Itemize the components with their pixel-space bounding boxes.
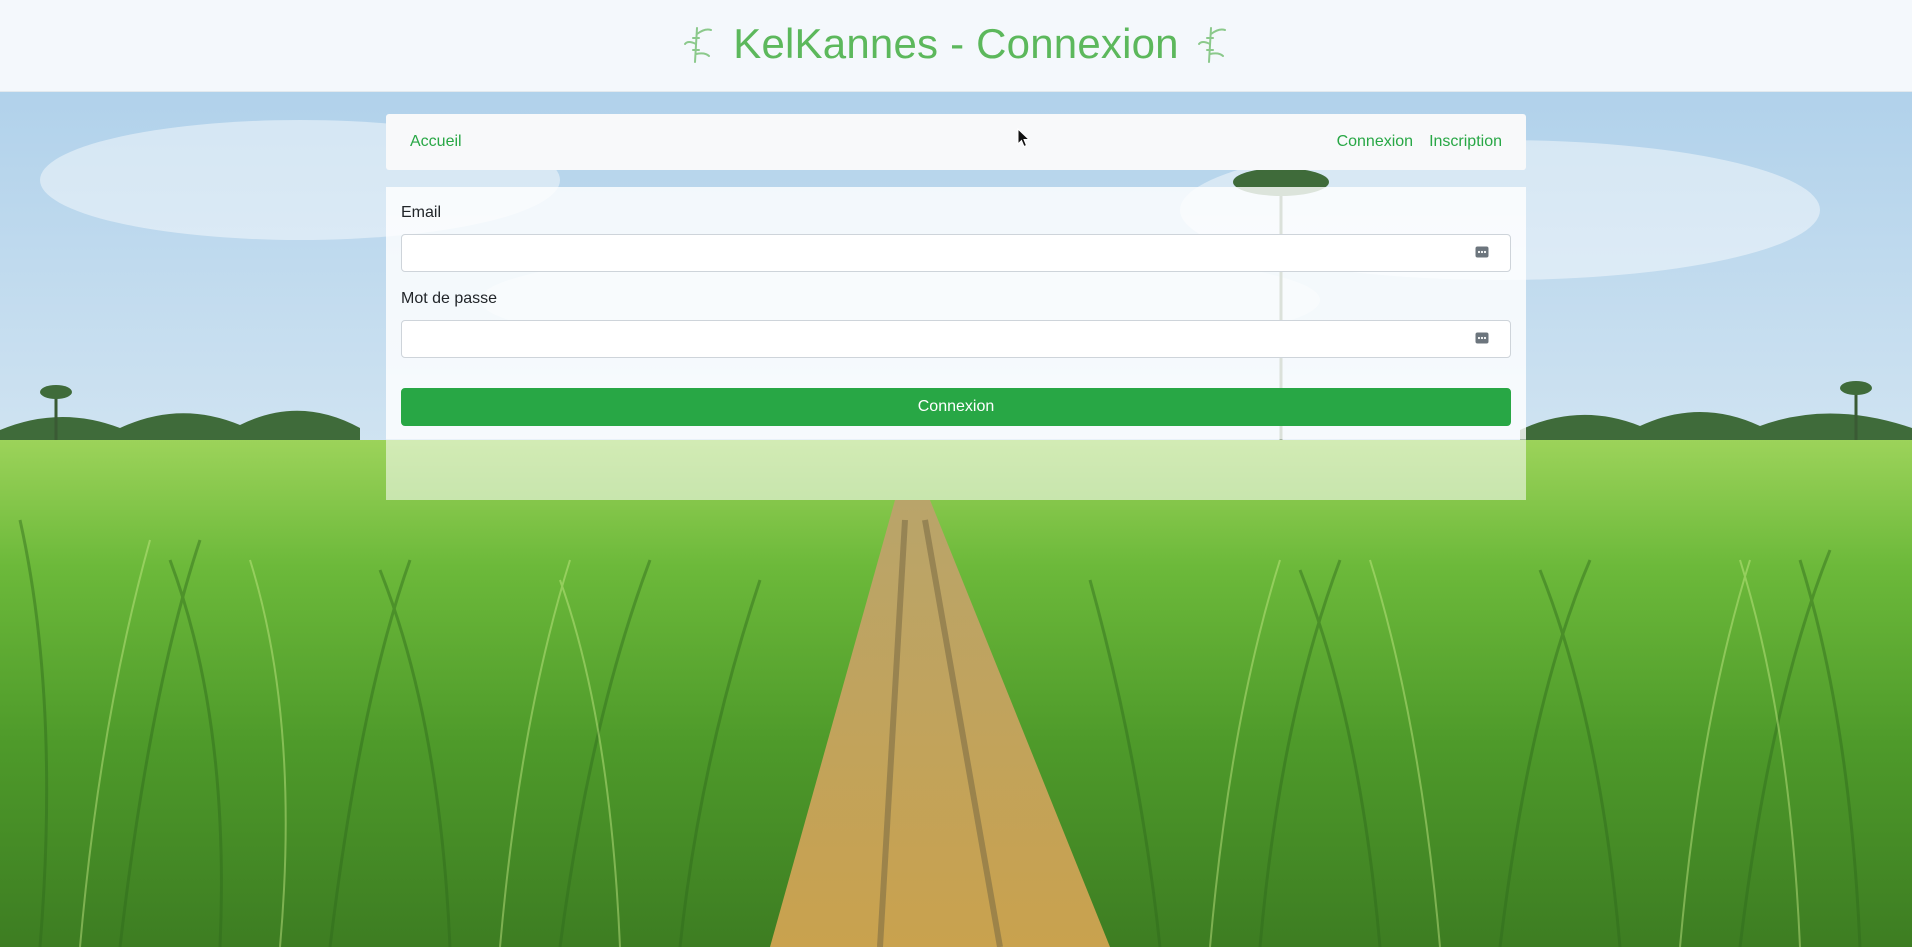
nav-link-signup[interactable]: Inscription [1429, 133, 1502, 151]
nav-right-group: Connexion Inscription [1337, 133, 1502, 151]
password-field-wrapper [401, 320, 1511, 358]
site-header: KelKannes - Connexion [0, 0, 1912, 92]
mouse-cursor-icon [1017, 128, 1031, 148]
main-navbar: Accueil Connexion Inscription [386, 114, 1526, 170]
bamboo-icon [1197, 27, 1226, 63]
page-title-row: KelKannes - Connexion [0, 16, 1912, 72]
bamboo-icon [684, 27, 713, 63]
password-field[interactable] [401, 320, 1511, 358]
page-title: KelKannes - Connexion [733, 20, 1179, 67]
email-label: Email [401, 204, 442, 221]
nav-link-login[interactable]: Connexion [1337, 133, 1414, 151]
email-field-wrapper [401, 234, 1511, 272]
password-label: Mot de passe [401, 290, 498, 307]
email-field[interactable] [401, 234, 1511, 272]
nav-link-home[interactable]: Accueil [410, 133, 462, 151]
password-manager-key-icon[interactable] [1475, 331, 1489, 345]
password-manager-key-icon[interactable] [1475, 245, 1489, 259]
login-panel-footer [386, 439, 1526, 500]
login-submit-button[interactable]: Connexion [401, 388, 1511, 426]
login-panel: Email Mot de passe Connexion [386, 187, 1526, 500]
